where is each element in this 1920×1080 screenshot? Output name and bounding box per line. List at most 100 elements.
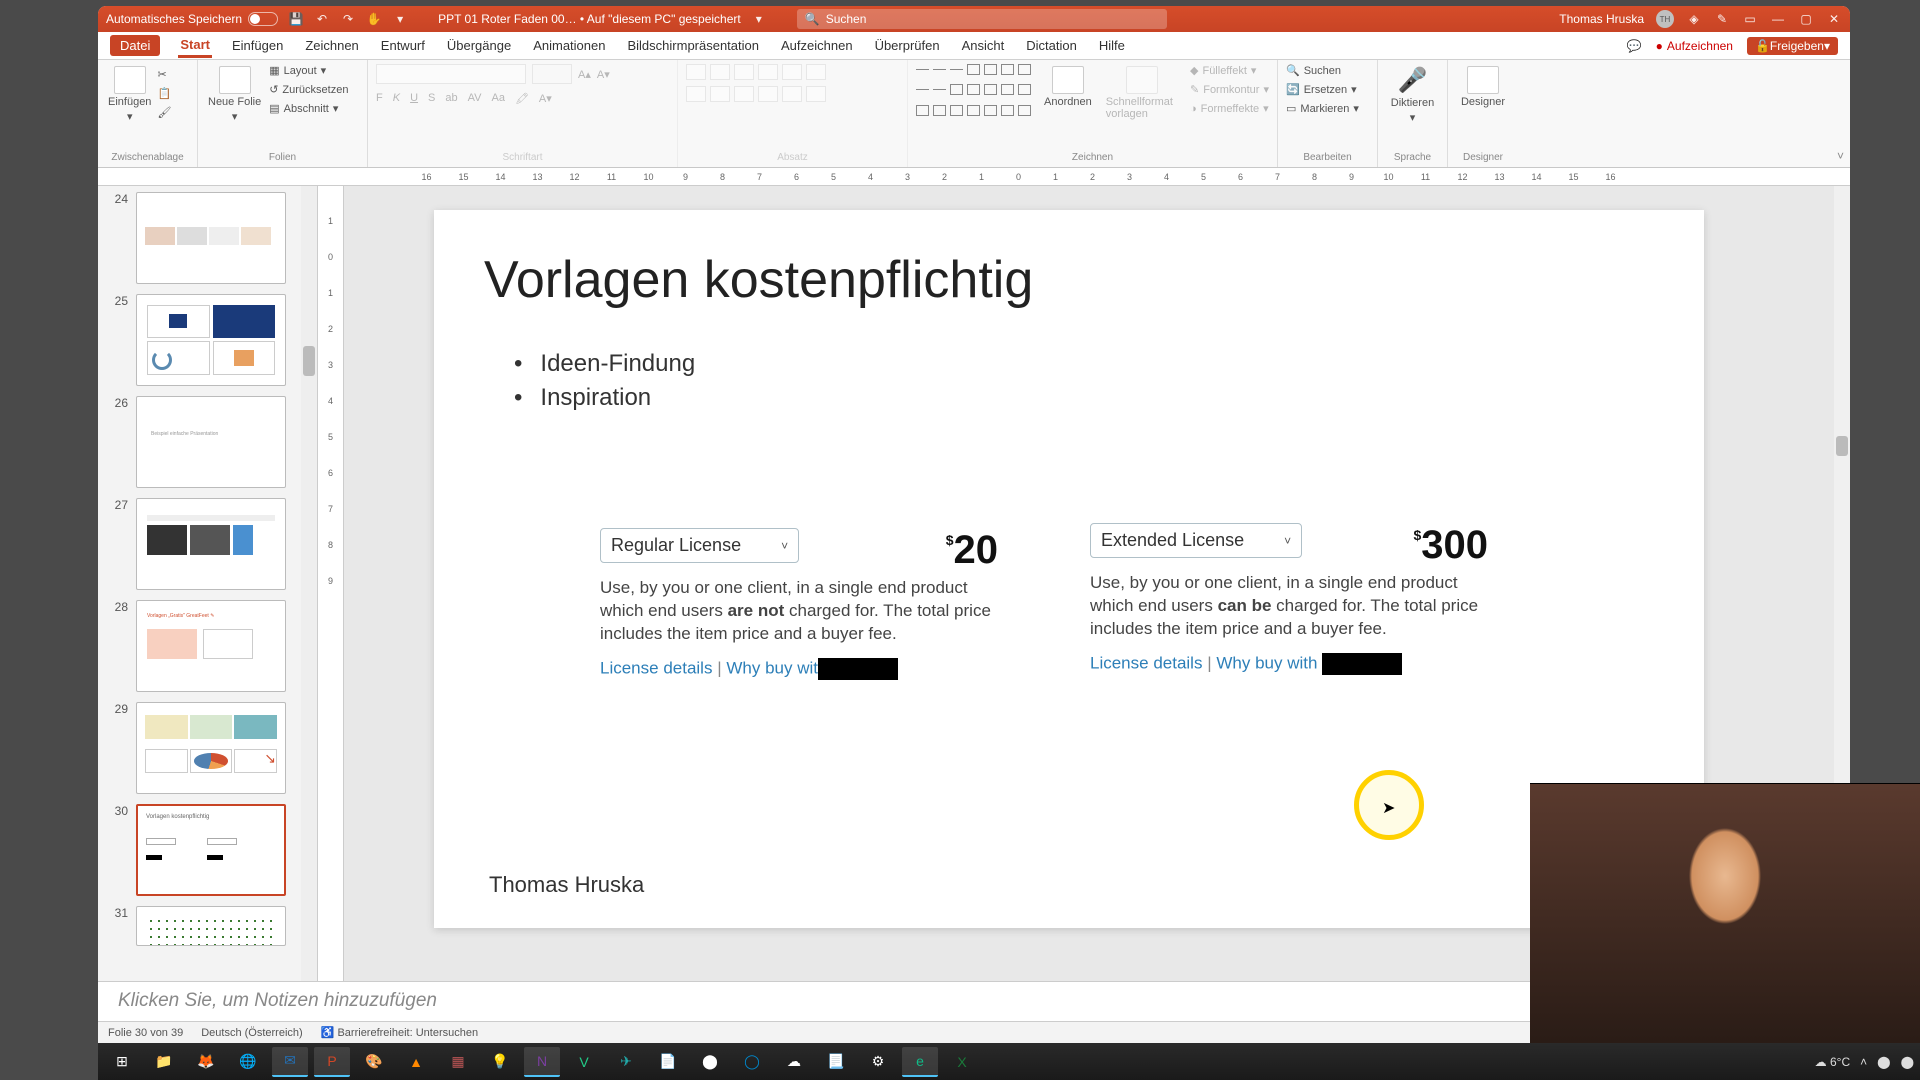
edge-icon[interactable]: e [902, 1047, 938, 1077]
thumb-24[interactable] [136, 192, 286, 284]
regular-license-dropdown[interactable]: Regular License˅ [600, 528, 799, 563]
vlc-icon[interactable]: ▲ [398, 1047, 434, 1077]
font-color-icon[interactable]: A▾ [539, 92, 552, 105]
columns-button[interactable] [782, 86, 802, 102]
excel-icon[interactable]: X [944, 1047, 980, 1077]
license-details-link[interactable]: License details [1090, 653, 1202, 672]
section-button[interactable]: ▤ Abschnitt ▾ [269, 102, 338, 115]
format-painter-icon[interactable]: 🖌 [157, 106, 171, 119]
tab-datei[interactable]: Datei [110, 35, 160, 56]
search-input[interactable]: 🔍 Suchen [797, 9, 1167, 29]
app-icon[interactable]: ◯ [734, 1047, 770, 1077]
diamond-icon[interactable]: ◈ [1686, 11, 1702, 27]
share-button[interactable]: 🔓 Freigeben ▾ [1747, 37, 1838, 55]
maximize-icon[interactable]: ▢ [1798, 11, 1814, 27]
slide-canvas[interactable]: Vorlagen kostenpflichtig Ideen-Findung I… [434, 210, 1704, 928]
firefox-icon[interactable]: 🦊 [188, 1047, 224, 1077]
comments-icon[interactable]: 💬 [1627, 39, 1642, 53]
record-button[interactable]: ● Aufzeichnen [1656, 39, 1733, 53]
paste-button[interactable]: Einfügen▾ [106, 64, 153, 125]
extended-license-dropdown[interactable]: Extended License˅ [1090, 523, 1302, 558]
effects-button[interactable]: ◑ Formeffekte ▾ [1190, 102, 1269, 115]
strike-button[interactable]: S [428, 92, 435, 105]
bold-button[interactable]: F [376, 92, 383, 105]
tab-aufzeichnen[interactable]: Aufzeichnen [779, 35, 855, 56]
tray-icon[interactable]: ⬤ [1901, 1055, 1914, 1069]
app-icon[interactable]: 📃 [818, 1047, 854, 1077]
font-size-input[interactable] [532, 64, 572, 84]
replace-button[interactable]: 🔄 Ersetzen ▾ [1286, 83, 1357, 96]
tab-dictation[interactable]: Dictation [1024, 35, 1079, 56]
slide-title[interactable]: Vorlagen kostenpflichtig [484, 250, 1033, 310]
indent-inc-button[interactable] [758, 64, 778, 80]
undo-icon[interactable]: ↶ [314, 11, 330, 27]
align-center-button[interactable] [710, 86, 730, 102]
touch-icon[interactable]: ✋ [366, 11, 382, 27]
license-details-link[interactable]: License details [600, 658, 712, 677]
close-icon[interactable]: ✕ [1826, 11, 1842, 27]
save-icon[interactable]: 💾 [288, 11, 304, 27]
app-icon[interactable]: 📄 [650, 1047, 686, 1077]
find-button[interactable]: 🔍 Suchen [1286, 64, 1341, 77]
tab-einfuegen[interactable]: Einfügen [230, 35, 285, 56]
canvas-scrollbar[interactable] [1836, 436, 1848, 456]
settings-icon[interactable]: ⚙ [860, 1047, 896, 1077]
redo-icon[interactable]: ↷ [340, 11, 356, 27]
tab-entwurf[interactable]: Entwurf [379, 35, 427, 56]
status-access[interactable]: ♿ Barrierefreiheit: Untersuchen [321, 1026, 478, 1039]
tab-animationen[interactable]: Animationen [531, 35, 607, 56]
obs-icon[interactable]: ⬤ [692, 1047, 728, 1077]
quickstyles-button[interactable]: Schnellformat vorlagen [1104, 64, 1180, 122]
autosave-toggle[interactable] [248, 12, 278, 26]
tab-hilfe[interactable]: Hilfe [1097, 35, 1127, 56]
app-icon[interactable]: 🎨 [356, 1047, 392, 1077]
onenote-icon[interactable]: N [524, 1047, 560, 1077]
cut-icon[interactable]: ✂ [157, 68, 166, 81]
thumbs-scrollbar[interactable] [303, 346, 315, 376]
window-icon[interactable]: ▭ [1742, 11, 1758, 27]
tab-ueberpruefen[interactable]: Überprüfen [873, 35, 942, 56]
thumb-28[interactable]: Vorlagen „Gratis" GreatFeet ✎ [136, 600, 286, 692]
highlight-icon[interactable]: 🖍 [515, 92, 529, 105]
select-button[interactable]: ▭ Markieren ▾ [1286, 102, 1359, 115]
dictate-button[interactable]: 🎤Diktieren▾ [1386, 64, 1439, 126]
align-right-button[interactable] [734, 86, 754, 102]
bullets-button[interactable] [686, 64, 706, 80]
indent-dec-button[interactable] [734, 64, 754, 80]
designer-button[interactable]: Designer [1456, 64, 1510, 110]
shrink-font-icon[interactable]: A▾ [597, 68, 610, 81]
app-icon[interactable]: 💡 [482, 1047, 518, 1077]
tab-start[interactable]: Start [178, 34, 212, 58]
tray-icon[interactable]: ⬤ [1877, 1055, 1890, 1069]
tab-zeichnen[interactable]: Zeichnen [303, 35, 360, 56]
app-icon[interactable]: ☁ [776, 1047, 812, 1077]
telegram-icon[interactable]: ✈ [608, 1047, 644, 1077]
file-explorer-icon[interactable]: 📁 [146, 1047, 182, 1077]
font-name-input[interactable] [376, 64, 526, 84]
thumb-29[interactable]: ↘ [136, 702, 286, 794]
thumb-25[interactable] [136, 294, 286, 386]
tray-chevron-icon[interactable]: ˄ [1860, 1055, 1867, 1069]
pen-icon[interactable]: ✎ [1714, 11, 1730, 27]
numbering-button[interactable] [710, 64, 730, 80]
doc-dropdown-icon[interactable]: ▾ [751, 11, 767, 27]
line-spacing-button[interactable] [782, 64, 802, 80]
align-left-button[interactable] [686, 86, 706, 102]
slide-thumbnails-panel[interactable]: 24 25 26Beispiel einfache Präsentation 2… [98, 186, 318, 981]
fill-button[interactable]: ◆ Fülleffekt ▾ [1190, 64, 1256, 77]
why-buy-link[interactable]: Why buy with [1216, 653, 1317, 672]
why-buy-link[interactable]: Why buy wit [726, 658, 818, 677]
italic-button[interactable]: K [393, 92, 400, 105]
copy-icon[interactable]: 📋 [157, 87, 171, 100]
tab-ansicht[interactable]: Ansicht [960, 35, 1007, 56]
more-icon[interactable]: ▾ [392, 11, 408, 27]
tab-uebergaenge[interactable]: Übergänge [445, 35, 513, 56]
justify-button[interactable] [758, 86, 778, 102]
underline-button[interactable]: U [410, 92, 418, 105]
app-icon[interactable]: V [566, 1047, 602, 1077]
reset-button[interactable]: ↺ Zurücksetzen [269, 83, 348, 96]
chrome-icon[interactable]: 🌐 [230, 1047, 266, 1077]
thumb-31[interactable] [136, 906, 286, 946]
thumb-30[interactable]: Vorlagen kostenpflichtig [136, 804, 286, 896]
collapse-ribbon-icon[interactable]: ˅ [1837, 149, 1844, 163]
